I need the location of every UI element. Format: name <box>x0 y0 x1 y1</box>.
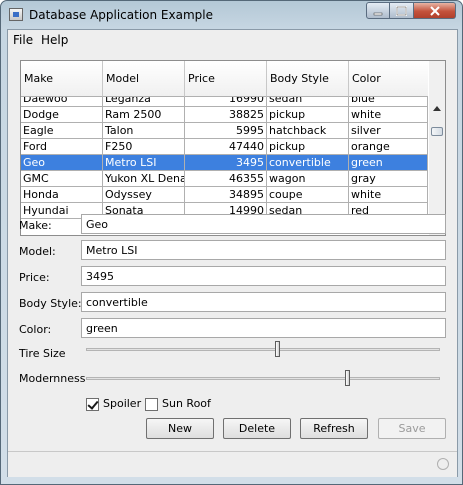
app-icon <box>9 8 23 21</box>
minimize-icon <box>373 12 383 15</box>
modernness-label: Modernness <box>19 372 86 385</box>
delete-button[interactable]: Delete <box>223 418 291 439</box>
column-header-make[interactable]: Make <box>21 61 103 97</box>
table-cell-make: Dodge <box>21 107 103 123</box>
modernness-slider[interactable] <box>86 377 440 380</box>
column-header-body-style[interactable]: Body Style <box>267 61 349 97</box>
make-label: Make: <box>19 219 52 232</box>
table-cell-body: sedan <box>267 97 349 107</box>
color-label: Color: <box>19 323 52 336</box>
table-cell-color: gray <box>349 171 428 187</box>
table-row[interactable]: Honda Odyssey 34895 coupe white <box>21 187 428 203</box>
table-cell-price: 3495 <box>185 155 267 171</box>
sunroof-label[interactable]: Sun Roof <box>162 397 211 410</box>
table-cell-body: pickup <box>267 107 349 123</box>
table-cell-make: Honda <box>21 187 103 203</box>
table-cell-color: blue <box>349 97 428 107</box>
column-header-price[interactable]: Price <box>185 61 267 97</box>
maximize-icon <box>396 5 407 16</box>
table-cell-color: orange <box>349 139 428 155</box>
menu-bar: File Help <box>8 30 457 50</box>
table-cell-body: hatchback <box>267 123 349 139</box>
model-field[interactable] <box>81 240 446 260</box>
table-cell-body: convertible <box>267 155 349 171</box>
column-header-model[interactable]: Model <box>103 61 185 97</box>
table-cell-body: coupe <box>267 187 349 203</box>
status-bar <box>8 451 457 477</box>
table-cell-price: 46355 <box>185 171 267 187</box>
table-cell-make: Eagle <box>21 123 103 139</box>
price-field[interactable] <box>81 266 446 286</box>
maximize-button[interactable] <box>390 2 414 19</box>
close-button[interactable] <box>414 2 456 19</box>
table-cell-model: F250 <box>103 139 185 155</box>
table-row[interactable]: Eagle Talon 5995 hatchback silver <box>21 123 428 139</box>
table-cell-color: white <box>349 107 428 123</box>
price-label: Price: <box>19 271 50 284</box>
table-row[interactable]: Dodge Ram 2500 38825 pickup white <box>21 107 428 123</box>
content-pane: File Help Make Model Price Body Style Co… <box>7 29 458 477</box>
tire-size-slider[interactable] <box>86 348 440 351</box>
scroll-up-icon[interactable] <box>433 106 441 111</box>
close-icon <box>429 5 440 16</box>
make-field[interactable] <box>81 214 446 234</box>
tire-size-slider-knob[interactable] <box>274 341 280 357</box>
body-style-label: Body Style: <box>19 297 82 310</box>
tire-size-label: Tire Size <box>19 347 66 360</box>
menu-file[interactable]: File <box>13 33 33 47</box>
table-cell-color: green <box>349 155 428 171</box>
table-scrollbar[interactable] <box>429 61 445 235</box>
table-cell-make: Ford <box>21 139 103 155</box>
spoiler-checkbox[interactable] <box>86 398 99 411</box>
resize-grip-icon[interactable] <box>437 458 449 470</box>
table-cell-make: GMC <box>21 171 103 187</box>
modernness-slider-knob[interactable] <box>345 370 351 386</box>
table-row[interactable]: Daewoo Leganza 16990 sedan blue <box>21 97 428 107</box>
table-cell-price: 47440 <box>185 139 267 155</box>
table-cell-price: 5995 <box>185 123 267 139</box>
table-cell-make: Daewoo <box>21 97 103 107</box>
table-cell-price: 38825 <box>185 107 267 123</box>
application-window: Database Application Example File Help M… <box>0 0 463 485</box>
table-cell-price: 34895 <box>185 187 267 203</box>
body-style-field[interactable] <box>81 292 446 312</box>
table-cell-color: silver <box>349 123 428 139</box>
minimize-button[interactable] <box>366 2 390 19</box>
new-button[interactable]: New <box>146 418 214 439</box>
table-header: Make Model Price Body Style Color <box>21 61 428 97</box>
title-bar[interactable]: Database Application Example <box>1 1 462 29</box>
table-cell-price: 16990 <box>185 97 267 107</box>
table-cell-body: wagon <box>267 171 349 187</box>
table-cell-body: pickup <box>267 139 349 155</box>
table-cell-model: Metro LSI <box>103 155 185 171</box>
save-button[interactable]: Save <box>378 418 446 439</box>
table-row[interactable]: GMC Yukon XL Denali 46355 wagon gray <box>21 171 428 187</box>
table-row[interactable]: Geo Metro LSI 3495 convertible green <box>21 155 428 171</box>
cars-table[interactable]: Make Model Price Body Style Color Daewoo… <box>20 60 446 236</box>
spoiler-label[interactable]: Spoiler <box>103 397 141 410</box>
scroll-thumb[interactable] <box>431 127 443 136</box>
table-cell-model: Odyssey <box>103 187 185 203</box>
table-row[interactable]: Ford F250 47440 pickup orange <box>21 139 428 155</box>
sunroof-checkbox[interactable] <box>145 398 158 411</box>
table-cell-color: white <box>349 187 428 203</box>
table-cell-model: Leganza <box>103 97 185 107</box>
column-header-color[interactable]: Color <box>349 61 428 97</box>
menu-help[interactable]: Help <box>41 33 68 47</box>
table-cell-model: Yukon XL Denali <box>103 171 185 187</box>
model-label: Model: <box>19 245 56 258</box>
table-cell-model: Ram 2500 <box>103 107 185 123</box>
table-cell-model: Talon <box>103 123 185 139</box>
refresh-button[interactable]: Refresh <box>300 418 368 439</box>
table-cell-make: Geo <box>21 155 103 171</box>
window-title: Database Application Example <box>29 8 213 22</box>
color-field[interactable] <box>81 318 446 338</box>
